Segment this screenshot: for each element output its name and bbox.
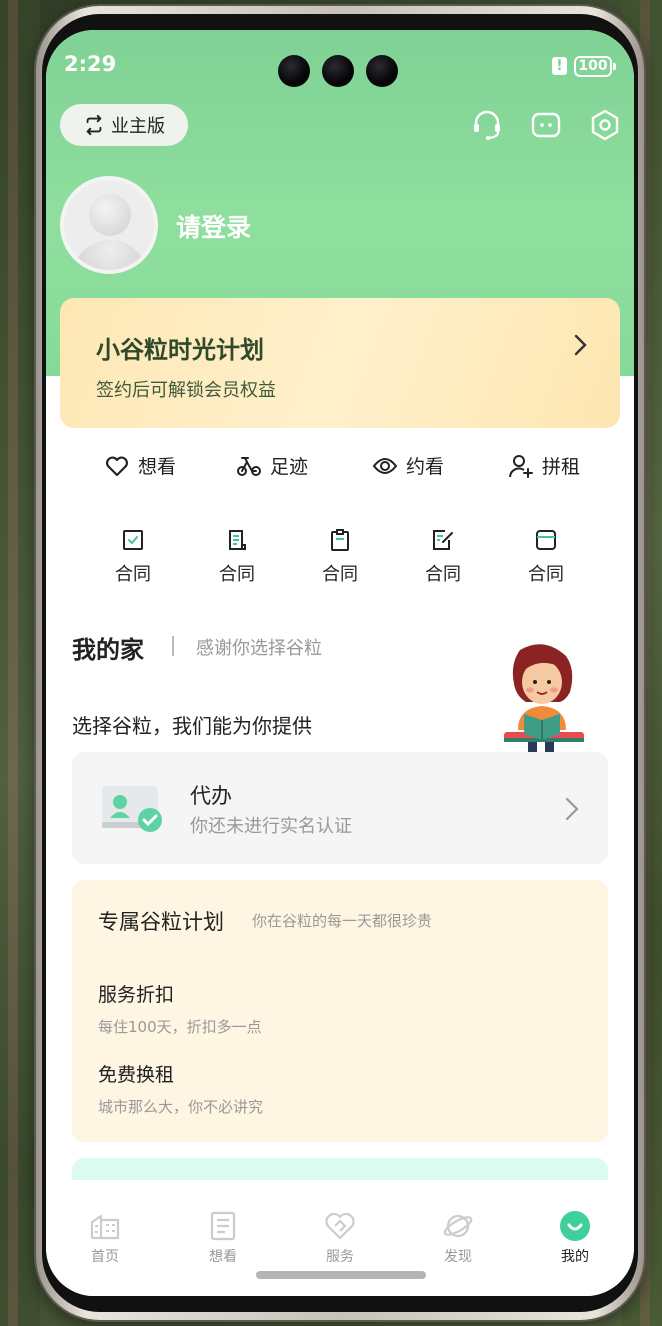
tab-label: 发现: [444, 1249, 472, 1265]
plan-subtitle: 签约后可解锁会员权益: [96, 380, 276, 401]
avatar-body: [72, 240, 148, 270]
camera-lens-icon: [278, 55, 310, 87]
contract-item[interactable]: 合同: [310, 528, 370, 586]
chat-icon[interactable]: [529, 108, 563, 142]
tab-label: 我的: [561, 1249, 589, 1265]
tab-mine[interactable]: 我的: [545, 1210, 605, 1266]
contract-label: 合同: [115, 564, 151, 585]
contract-label: 合同: [528, 564, 564, 585]
quick-link-label: 足迹: [270, 456, 309, 478]
status-bar: 2:29 ! 100: [46, 30, 634, 100]
contracts-row: 合同 合同 合同 合同 合同: [46, 528, 634, 598]
choose-guli-text: 选择谷粒，我们能为你提供: [72, 714, 312, 738]
bike-icon: [237, 456, 261, 476]
building-icon: [90, 1214, 120, 1240]
membership-plan-card[interactable]: 小谷粒时光计划 签约后可解锁会员权益: [60, 298, 620, 428]
contract-item[interactable]: 合同: [207, 528, 267, 586]
tab-service[interactable]: 服务: [310, 1210, 370, 1266]
smile-icon: [560, 1211, 590, 1241]
contract-item[interactable]: 合同: [516, 528, 576, 586]
benefit-desc: 每住100天，折扣多一点: [98, 1018, 262, 1036]
battery-level: 100: [578, 58, 608, 74]
service-heart-icon: [325, 1212, 355, 1240]
quick-link-wishlist[interactable]: 想看: [104, 452, 176, 479]
camera-lens-icon: [322, 55, 354, 87]
add-user-icon: [509, 454, 533, 478]
tab-discover[interactable]: 发现: [428, 1210, 488, 1266]
contract-label: 合同: [322, 564, 358, 585]
divider: [172, 636, 174, 656]
benefit-title: 服务折扣: [98, 984, 175, 1006]
id-card-icon: [102, 786, 162, 832]
contract-label: 合同: [219, 564, 255, 585]
battery-icon: 100: [574, 56, 616, 77]
folder-doc-icon: [536, 530, 556, 550]
eye-icon: [372, 457, 398, 474]
phone-screen: 2:29 ! 100 业主版 请登录 小谷粒时光计划 签约后可解锁会员权益 想看…: [46, 30, 634, 1296]
benefit-desc: 城市那么大，你不必讲究: [98, 1098, 264, 1116]
avatar-head: [89, 194, 131, 236]
status-time: 2:29: [64, 52, 117, 76]
quick-link-footprint[interactable]: 足迹: [236, 452, 308, 479]
quick-link-appointment[interactable]: 约看: [372, 452, 444, 479]
doc-list-icon: [229, 530, 246, 550]
planet-icon: [443, 1214, 473, 1238]
tab-home[interactable]: 首页: [75, 1210, 135, 1266]
headset-icon[interactable]: [470, 108, 504, 142]
plan-title: 小谷粒时光计划: [96, 336, 264, 364]
my-home-subtitle: 感谢你选择谷粒: [196, 638, 322, 659]
login-prompt[interactable]: 请登录: [176, 208, 251, 244]
tab-label: 想看: [209, 1249, 237, 1265]
contract-label: 合同: [425, 564, 461, 585]
chevron-right-icon: [574, 334, 587, 356]
quick-link-share-rent[interactable]: 拼租: [508, 452, 580, 479]
switch-icon: [86, 114, 102, 136]
quick-link-label: 想看: [138, 456, 177, 478]
heart-icon: [106, 456, 128, 476]
edit-doc-icon: [433, 530, 453, 550]
tab-label: 服务: [326, 1249, 354, 1265]
tab-label: 首页: [91, 1249, 119, 1265]
chevron-right-icon: [565, 797, 579, 821]
verification-subtitle: 你还未进行实名认证: [190, 816, 352, 837]
quick-links-row: 想看 足迹 约看 拼租: [46, 452, 634, 488]
home-indicator[interactable]: [256, 1271, 426, 1279]
camera-lens-icon: [366, 55, 398, 87]
battery-alert-icon: !: [552, 57, 567, 75]
benefit-title: 免费换租: [98, 1064, 175, 1086]
verification-card[interactable]: 代办 你还未进行实名认证: [72, 752, 608, 864]
owner-mode-label: 业主版: [111, 116, 165, 137]
exclusive-title: 专属谷粒计划: [98, 910, 224, 934]
tab-wishlist[interactable]: 想看: [193, 1210, 253, 1266]
list-doc-icon: [210, 1211, 236, 1241]
clipboard-icon: [331, 529, 349, 551]
avatar[interactable]: [60, 176, 158, 274]
exclusive-plan-card[interactable]: 专属谷粒计划 你在谷粒的每一天都很珍贵 服务折扣 每住100天，折扣多一点 免费…: [72, 880, 608, 1142]
contract-item[interactable]: 合同: [413, 528, 473, 586]
quick-link-label: 拼租: [542, 456, 581, 478]
exclusive-subtitle: 你在谷粒的每一天都很珍贵: [252, 912, 433, 930]
check-doc-icon: [123, 530, 143, 550]
contract-item[interactable]: 合同: [103, 528, 163, 586]
quick-link-label: 约看: [406, 456, 445, 478]
settings-icon[interactable]: [588, 108, 622, 142]
my-home-title: 我的家: [72, 636, 144, 664]
verification-title: 代办: [190, 784, 232, 808]
switch-owner-mode-button[interactable]: 业主版: [60, 104, 188, 146]
